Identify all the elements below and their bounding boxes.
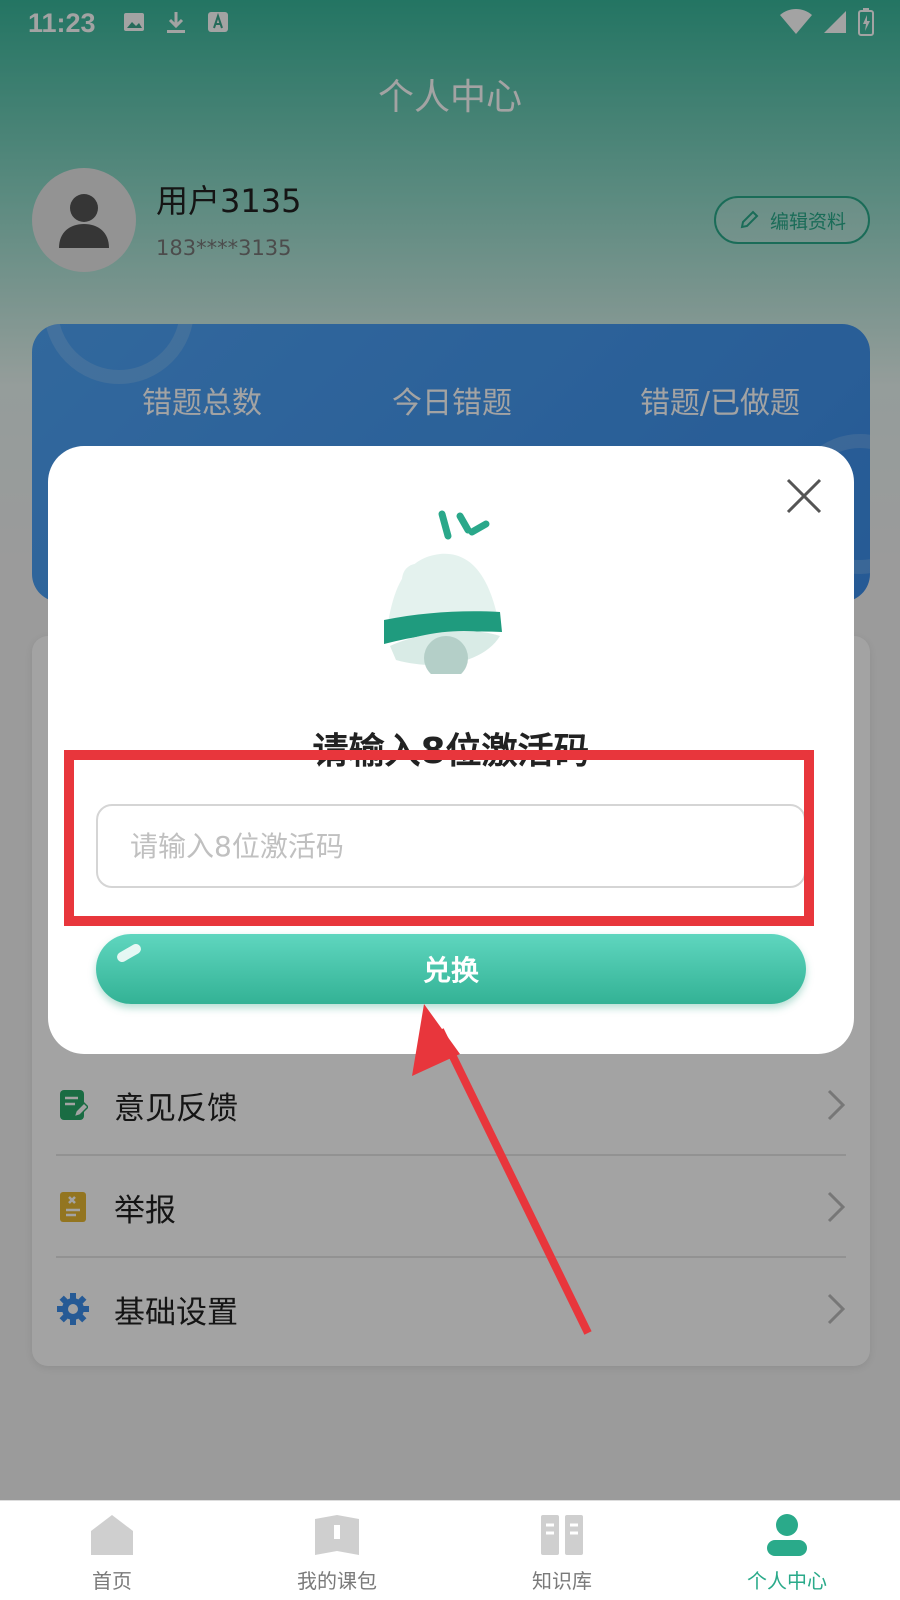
- tab-profile[interactable]: 个人中心: [712, 1513, 862, 1594]
- tab-label: 我的课包: [297, 1569, 377, 1593]
- tab-knowledge-base[interactable]: 知识库: [487, 1513, 637, 1594]
- tab-label: 首页: [92, 1569, 132, 1593]
- close-icon[interactable]: [782, 474, 826, 518]
- tab-label: 个人中心: [747, 1569, 827, 1593]
- book-icon: [315, 1515, 359, 1555]
- home-icon: [91, 1515, 133, 1555]
- highlight-box: [64, 750, 814, 926]
- bottom-tab-bar: 首页 我的课包 知识库 个人中心: [0, 1500, 900, 1600]
- tab-home[interactable]: 首页: [37, 1513, 187, 1594]
- tab-my-courses[interactable]: 我的课包: [262, 1513, 412, 1594]
- redeem-button-label: 兑换: [422, 954, 479, 987]
- redeem-button[interactable]: 兑换: [96, 934, 806, 1004]
- button-shine: [115, 942, 143, 964]
- library-icon: [541, 1515, 583, 1555]
- person-icon: [767, 1514, 807, 1556]
- tab-label: 知识库: [532, 1569, 592, 1593]
- bell-icon: [384, 510, 502, 674]
